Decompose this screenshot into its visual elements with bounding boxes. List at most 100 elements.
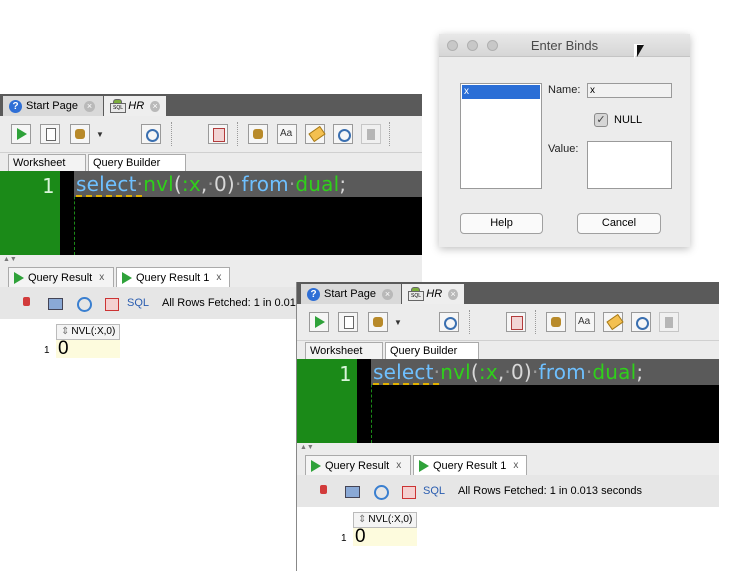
commit-button[interactable] bbox=[368, 312, 388, 332]
tab-hr[interactable]: SQL HR × bbox=[402, 284, 464, 304]
cancel-button[interactable]: Cancel bbox=[577, 213, 661, 234]
cancel-fetch-icon[interactable] bbox=[400, 483, 418, 500]
tab-worksheet[interactable]: Worksheet bbox=[305, 342, 383, 359]
help-button[interactable]: Help bbox=[460, 213, 543, 234]
close-icon[interactable]: x bbox=[513, 460, 518, 471]
row-number: 1 bbox=[341, 533, 347, 544]
sql-code[interactable]: select·nvl(:x,·0)·from·dual; bbox=[76, 172, 346, 196]
sql-history-button[interactable] bbox=[631, 312, 651, 332]
line-number: 1 bbox=[41, 174, 54, 198]
document-tabs: ? Start Page × SQL HR × bbox=[0, 94, 422, 116]
close-icon[interactable]: × bbox=[150, 100, 160, 112]
close-icon[interactable]: × bbox=[83, 100, 95, 112]
null-label: NULL bbox=[614, 114, 643, 126]
code-token: nvl bbox=[143, 172, 174, 196]
name-field[interactable]: x bbox=[587, 83, 672, 98]
chevron-down-icon[interactable]: ▼ bbox=[96, 130, 104, 139]
tab-start-page[interactable]: ? Start Page × bbox=[3, 96, 103, 116]
run-script-button[interactable] bbox=[40, 124, 60, 144]
current-line: select·nvl(:x,·0)·from·dual; bbox=[371, 359, 719, 385]
splitter-handle[interactable]: ▲▼ bbox=[0, 255, 422, 265]
run-statement-button[interactable] bbox=[11, 124, 31, 144]
code-token: ) bbox=[226, 172, 235, 196]
tab-label: Query Result bbox=[325, 459, 390, 472]
tab-query-result-1[interactable]: Query Result 1 x bbox=[413, 455, 527, 475]
tab-label: Start Page bbox=[324, 288, 376, 300]
close-icon[interactable]: × bbox=[448, 288, 458, 300]
autotrace-button[interactable] bbox=[141, 124, 161, 144]
code-token: :x bbox=[181, 172, 201, 196]
sql-editor[interactable]: 1 select·nvl(:x,·0)·from·dual; bbox=[297, 359, 719, 443]
commit-button[interactable] bbox=[70, 124, 90, 144]
question-icon: ? bbox=[9, 99, 22, 113]
tab-query-builder[interactable]: Query Builder bbox=[385, 342, 479, 359]
question-icon: ? bbox=[307, 287, 320, 301]
code-token: :x bbox=[478, 360, 498, 384]
print-icon[interactable] bbox=[343, 483, 361, 500]
play-icon bbox=[122, 271, 132, 284]
toolbar-separator bbox=[237, 122, 239, 146]
refresh-icon[interactable] bbox=[372, 483, 390, 500]
bind-variable-list[interactable]: x bbox=[460, 83, 542, 189]
tuning-advisor-button[interactable] bbox=[659, 312, 679, 332]
grid-cell[interactable]: 0 bbox=[56, 339, 120, 358]
grid-cell[interactable]: 0 bbox=[353, 527, 417, 546]
tab-query-result-1[interactable]: Query Result 1 x bbox=[116, 267, 230, 287]
print-icon[interactable] bbox=[46, 295, 64, 312]
tab-label: HR bbox=[426, 288, 443, 300]
sql-db-icon: SQL bbox=[110, 99, 126, 113]
tab-query-result[interactable]: Query Result x bbox=[305, 455, 411, 475]
tab-label: Query Result bbox=[28, 271, 93, 284]
tab-query-result[interactable]: Query Result x bbox=[8, 267, 114, 287]
value-field[interactable] bbox=[587, 141, 672, 189]
close-icon[interactable]: x bbox=[396, 460, 401, 471]
toolbar-separator bbox=[535, 310, 537, 334]
to-upper-lower-button[interactable] bbox=[277, 124, 297, 144]
document-tabs: ? Start Page × SQL HR × bbox=[297, 282, 719, 304]
dialog-title: Enter Binds bbox=[530, 38, 599, 53]
worksheet-toolbar: ▼ bbox=[0, 116, 422, 213]
run-script-button[interactable] bbox=[338, 312, 358, 332]
code-token: ; bbox=[636, 360, 644, 384]
unshared-sql-button[interactable] bbox=[248, 124, 268, 144]
pin-icon[interactable] bbox=[18, 295, 36, 312]
play-icon bbox=[14, 271, 24, 284]
clear-button[interactable] bbox=[603, 312, 623, 332]
unshared-sql-button[interactable] bbox=[546, 312, 566, 332]
code-token: select bbox=[76, 172, 137, 196]
code-token: ) bbox=[523, 360, 532, 384]
sql-editor[interactable]: 1 select·nvl(:x,·0)·from·dual; bbox=[0, 171, 422, 255]
pin-icon[interactable] bbox=[315, 483, 333, 500]
toolbar-separator bbox=[469, 310, 471, 334]
bind-list-item[interactable]: x bbox=[462, 85, 540, 99]
rollback-button[interactable] bbox=[506, 312, 526, 332]
tuning-advisor-button[interactable] bbox=[361, 124, 381, 144]
chevron-down-icon[interactable]: ▼ bbox=[394, 318, 402, 327]
play-icon bbox=[419, 459, 429, 472]
tab-start-page[interactable]: ? Start Page × bbox=[301, 284, 401, 304]
close-icon[interactable]: x bbox=[99, 272, 104, 283]
sql-code[interactable]: select·nvl(:x,·0)·from·dual; bbox=[373, 360, 643, 384]
refresh-icon[interactable] bbox=[75, 295, 93, 312]
splitter-handle[interactable]: ▲▼ bbox=[297, 443, 719, 453]
sql-link[interactable]: SQL bbox=[423, 485, 445, 497]
tab-query-builder[interactable]: Query Builder bbox=[88, 154, 186, 171]
run-statement-button[interactable] bbox=[309, 312, 329, 332]
dialog-titlebar: Enter Binds bbox=[439, 34, 690, 57]
tab-hr[interactable]: SQL HR × bbox=[104, 96, 166, 116]
to-upper-lower-button[interactable] bbox=[575, 312, 595, 332]
warning-underline bbox=[373, 383, 439, 385]
cancel-fetch-icon[interactable] bbox=[103, 295, 121, 312]
close-icon[interactable]: x bbox=[216, 272, 221, 283]
rollback-button[interactable] bbox=[208, 124, 228, 144]
close-icon[interactable]: × bbox=[381, 288, 393, 300]
code-token: from bbox=[241, 172, 289, 196]
null-checkbox[interactable]: ✓ bbox=[594, 113, 608, 127]
tab-worksheet[interactable]: Worksheet bbox=[8, 154, 86, 171]
sql-link[interactable]: SQL bbox=[127, 297, 149, 309]
autotrace-button[interactable] bbox=[439, 312, 459, 332]
sql-history-button[interactable] bbox=[333, 124, 353, 144]
clear-button[interactable] bbox=[305, 124, 325, 144]
code-token: 0 bbox=[213, 172, 227, 196]
warning-underline bbox=[76, 195, 142, 197]
